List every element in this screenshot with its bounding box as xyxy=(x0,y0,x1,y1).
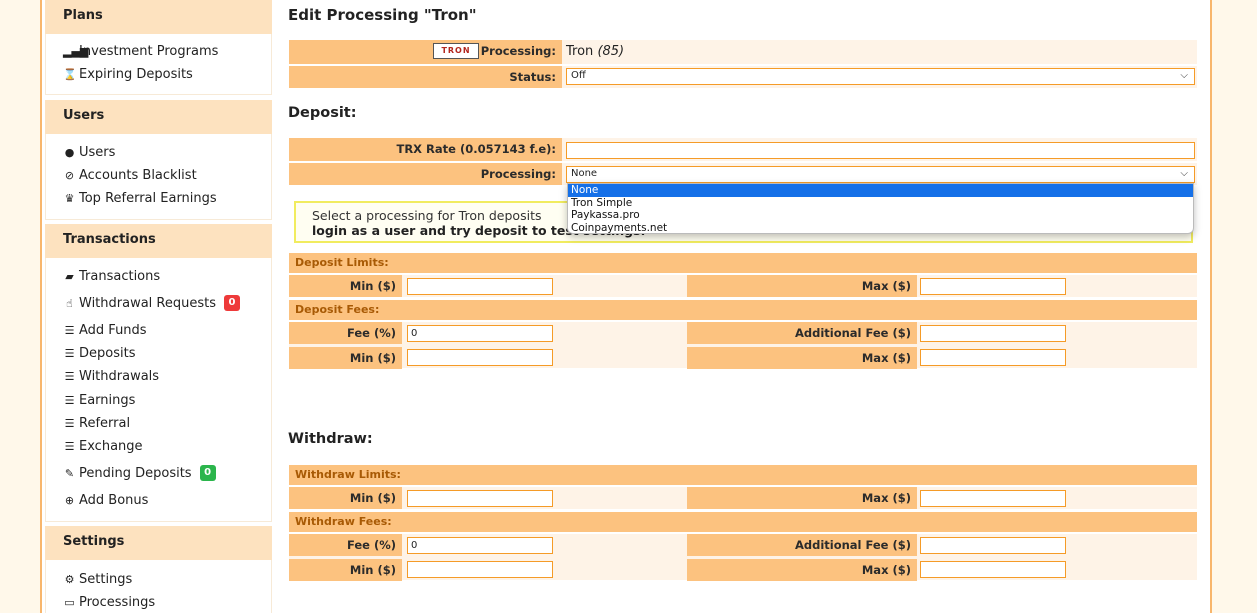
dropdown-option-tron-simple[interactable]: Tron Simple xyxy=(568,197,1193,210)
deposit-fees-header: Deposit Fees: xyxy=(289,300,1197,320)
sidebar-item-processings[interactable]: ▭ Processings xyxy=(63,595,155,610)
withdraw-fee-min-label: Min ($) xyxy=(289,559,402,581)
chevron-down-icon: ⌵ xyxy=(1180,168,1188,179)
sidebar-item-add-bonus[interactable]: ⊕ Add Bonus xyxy=(63,493,149,508)
pending-deposits-badge: 0 xyxy=(199,465,216,481)
sidebar-section-plans: Plans xyxy=(45,0,272,34)
sidebar-item-withdrawal-requests[interactable]: ☝ Withdrawal Requests 0 xyxy=(63,295,241,311)
deposit-add-fee-label: Additional Fee ($) xyxy=(687,322,917,344)
list-icon: ☰ xyxy=(64,394,75,407)
sidebar-item-transactions[interactable]: ▰ Transactions xyxy=(63,269,160,284)
withdraw-fee-input[interactable]: 0 xyxy=(407,537,553,554)
sidebar-item-withdrawals[interactable]: ☰ Withdrawals xyxy=(63,369,160,384)
status-label: Status: xyxy=(289,66,562,88)
sidebar-section-settings: Settings xyxy=(45,526,272,560)
book-icon: ▰ xyxy=(65,270,74,283)
tron-logo: TRON xyxy=(433,43,479,59)
sidebar-section-transactions: Transactions xyxy=(45,224,272,258)
gear-icon: ⚙ xyxy=(64,573,75,586)
chevron-down-icon: ⌵ xyxy=(1180,70,1188,81)
deposit-fee-max-input[interactable] xyxy=(920,349,1066,366)
withdraw-max-label: Max ($) xyxy=(687,487,917,509)
withdraw-fee-max-label: Max ($) xyxy=(687,559,917,581)
deposit-max-input[interactable] xyxy=(920,278,1066,295)
sidebar-item-referral[interactable]: ☰ Referral xyxy=(63,416,131,431)
sidebar-item-deposits[interactable]: ☰ Deposits xyxy=(63,346,136,361)
list-icon: ☰ xyxy=(64,347,75,360)
deposit-fee-input[interactable]: 0 xyxy=(407,325,553,342)
deposit-fee-min-input[interactable] xyxy=(407,349,553,366)
withdraw-add-fee-label: Additional Fee ($) xyxy=(687,534,917,556)
withdraw-limits-header: Withdraw Limits: xyxy=(289,465,1197,485)
sidebar-item-users[interactable]: ● Users xyxy=(63,145,116,160)
main-content: Edit Processing "Tron" TRON Processing: … xyxy=(277,0,1207,613)
signal-bars-icon: ▂▄▆ xyxy=(63,45,89,58)
deposit-min-input[interactable] xyxy=(407,278,553,295)
withdraw-fee-label: Fee (%) xyxy=(289,534,402,556)
deposit-fee-label: Fee (%) xyxy=(289,322,402,344)
deposit-processing-select[interactable]: None ⌵ xyxy=(566,166,1195,183)
sidebar-item-add-funds[interactable]: ☰ Add Funds xyxy=(63,323,147,338)
withdraw-fees-header: Withdraw Fees: xyxy=(289,512,1197,532)
status-select[interactable]: Off ⌵ xyxy=(566,68,1195,85)
sparkle-icon: ✎ xyxy=(64,466,75,480)
withdraw-min-label: Min ($) xyxy=(289,487,402,509)
hand-icon: ☝ xyxy=(66,296,73,310)
deposit-fee-min-label: Min ($) xyxy=(289,347,402,369)
list-icon: ☰ xyxy=(64,440,75,453)
sidebar-section-users: Users xyxy=(45,100,272,134)
deposit-max-label: Max ($) xyxy=(687,275,917,297)
ban-circle-icon: ⊘ xyxy=(64,169,75,182)
dropdown-option-coinpayments[interactable]: Coinpayments.net xyxy=(568,222,1193,235)
processing-value: Tron (85) xyxy=(566,44,625,59)
withdraw-fee-min-input[interactable] xyxy=(407,561,553,578)
sidebar-item-earnings[interactable]: ☰ Earnings xyxy=(63,393,136,408)
list-icon: ☰ xyxy=(64,324,75,337)
sidebar-box-plans: ▂▄▆ Investment Programs ⌛ Expiring Depos… xyxy=(45,34,272,95)
withdrawal-requests-badge: 0 xyxy=(224,295,241,311)
hourglass-icon: ⌛ xyxy=(63,68,77,81)
page-title: Edit Processing "Tron" xyxy=(288,6,477,24)
sidebar-item-top-referral-earnings[interactable]: ♛ Top Referral Earnings xyxy=(63,191,217,206)
sidebar-item-settings[interactable]: ⚙ Settings xyxy=(63,572,133,587)
withdraw-fee-max-input[interactable] xyxy=(920,561,1066,578)
dropdown-option-paykassa[interactable]: Paykassa.pro xyxy=(568,209,1193,222)
withdraw-min-input[interactable] xyxy=(407,490,553,507)
withdraw-heading: Withdraw: xyxy=(288,431,373,447)
user-icon: ● xyxy=(64,146,75,159)
sidebar-item-pending-deposits[interactable]: ✎ Pending Deposits 0 xyxy=(63,465,216,481)
deposit-add-fee-input[interactable] xyxy=(920,325,1066,342)
sidebar-box-settings: ⚙ Settings ▭ Processings xyxy=(45,560,272,613)
sidebar-box-transactions: ▰ Transactions ☝ Withdrawal Requests 0 ☰… xyxy=(45,258,272,522)
sidebar-item-exchange[interactable]: ☰ Exchange xyxy=(63,439,143,454)
processing-dropdown-list: None Tron Simple Paykassa.pro Coinpaymen… xyxy=(567,183,1194,234)
deposit-limits-header: Deposit Limits: xyxy=(289,253,1197,273)
rate-label: TRX Rate (0.057143 f.e): xyxy=(289,138,562,161)
sidebar-box-users: ● Users ⊘ Accounts Blacklist ♛ Top Refer… xyxy=(45,134,272,220)
list-icon: ☰ xyxy=(64,370,75,383)
sidebar-item-accounts-blacklist[interactable]: ⊘ Accounts Blacklist xyxy=(63,168,197,183)
plus-circle-icon: ⊕ xyxy=(64,494,75,507)
sidebar: Plans ▂▄▆ Investment Programs ⌛ Expiring… xyxy=(45,0,272,613)
deposit-heading: Deposit: xyxy=(288,105,357,121)
sidebar-item-expiring-deposits[interactable]: ⌛ Expiring Deposits xyxy=(63,67,193,82)
withdraw-add-fee-input[interactable] xyxy=(920,537,1066,554)
sidebar-item-investment-programs[interactable]: ▂▄▆ Investment Programs xyxy=(63,44,218,59)
withdraw-max-input[interactable] xyxy=(920,490,1066,507)
trophy-icon: ♛ xyxy=(64,192,75,205)
deposit-min-label: Min ($) xyxy=(289,275,402,297)
rate-input[interactable] xyxy=(566,142,1195,159)
credit-card-icon: ▭ xyxy=(64,596,75,609)
processing-label-cell: TRON Processing: xyxy=(289,40,562,64)
deposit-fee-max-label: Max ($) xyxy=(687,347,917,369)
list-icon: ☰ xyxy=(64,417,75,430)
deposit-processing-label: Processing: xyxy=(289,163,562,185)
dropdown-option-none[interactable]: None xyxy=(568,184,1193,197)
